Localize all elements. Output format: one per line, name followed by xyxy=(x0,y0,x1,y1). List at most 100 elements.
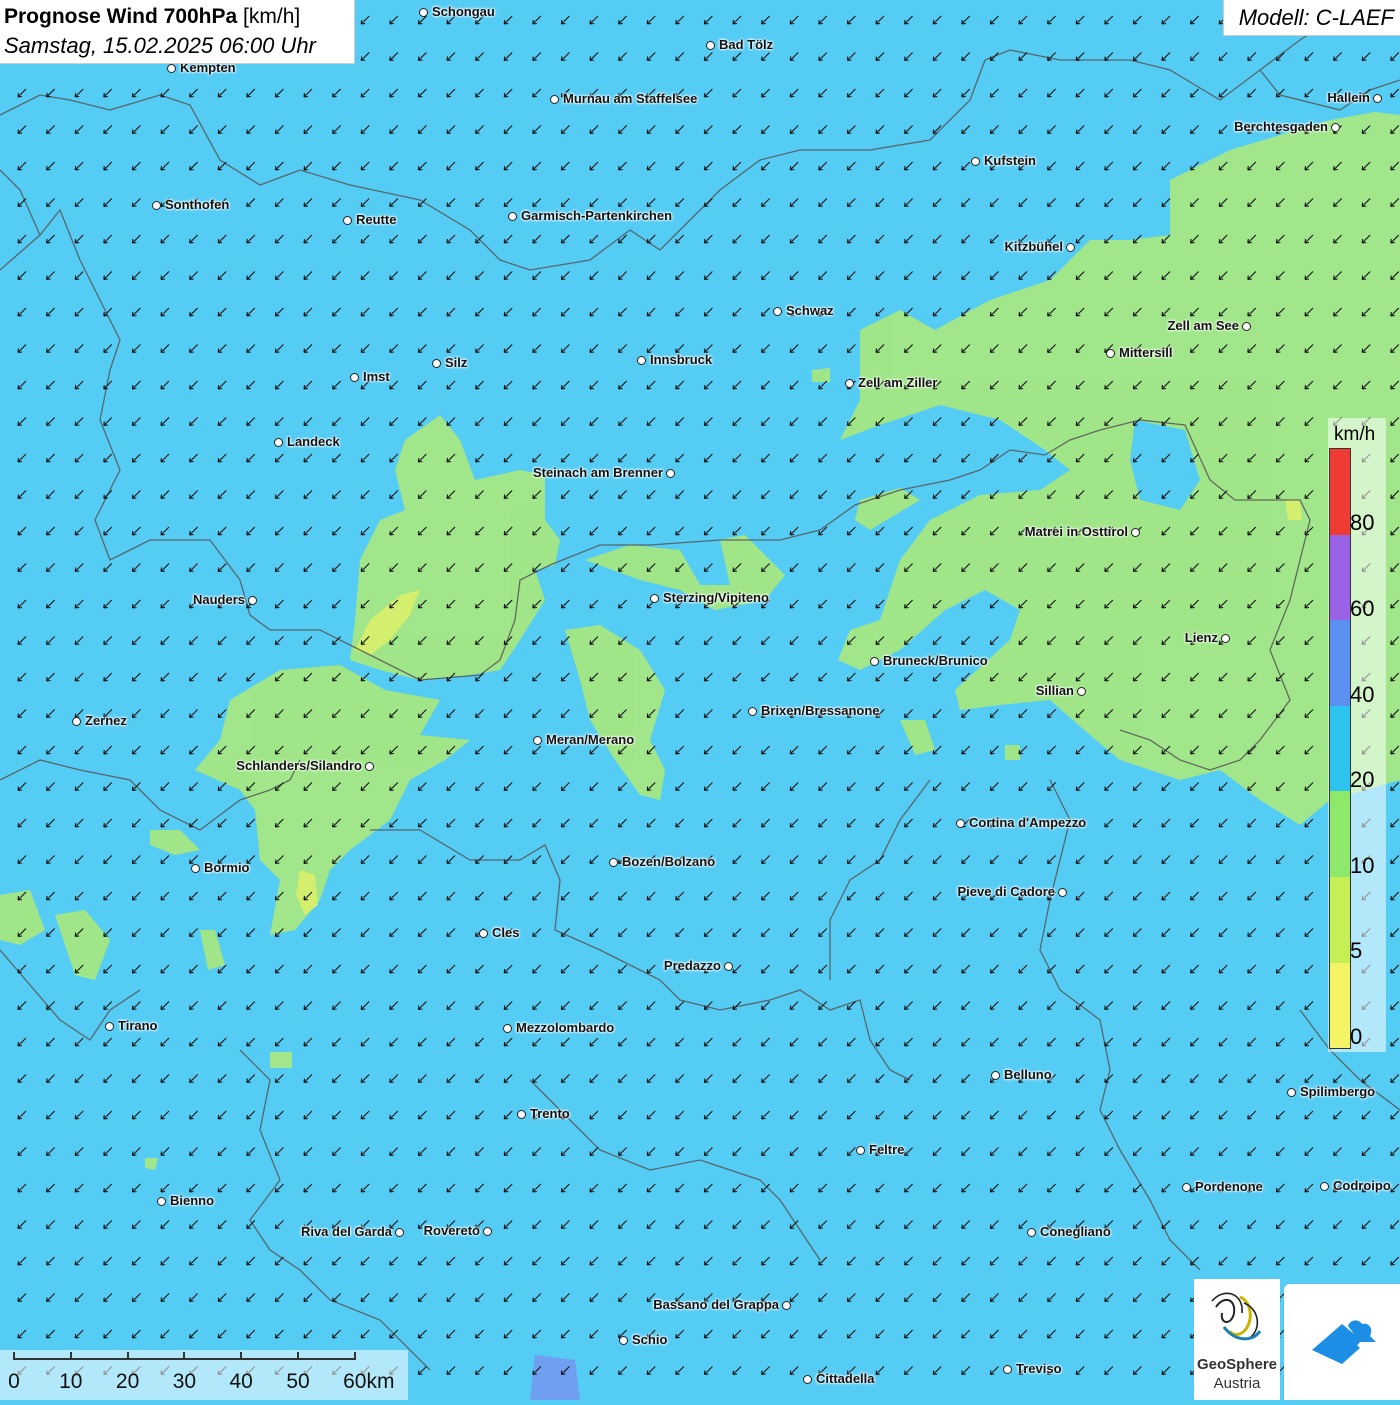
wind-zone-blue-1 xyxy=(530,1355,580,1400)
title-unit: [km/h] xyxy=(243,5,301,28)
city-label: Zell am See xyxy=(1167,318,1239,333)
legend-unit: km/h xyxy=(1334,424,1376,445)
city-label: Bienno xyxy=(170,1193,215,1208)
city-label: Sonthofen xyxy=(165,197,230,212)
city-marker xyxy=(1182,1183,1191,1192)
city-label: Zernez xyxy=(85,713,127,728)
city-label: Kitzbühel xyxy=(1004,239,1064,254)
city-label: Schlanders/Silandro xyxy=(236,758,362,773)
city-marker xyxy=(845,379,854,388)
city-label: Meran/Merano xyxy=(546,732,635,747)
city-label: Tirano xyxy=(118,1018,158,1033)
city-marker xyxy=(1131,528,1140,537)
city-label: Belluno xyxy=(1004,1067,1052,1082)
city-marker xyxy=(1287,1088,1296,1097)
city-marker xyxy=(503,1024,512,1033)
city-label: Bozen/Bolzano xyxy=(622,854,716,869)
legend-tick-label: 5 xyxy=(1350,938,1363,964)
city-label: Cortina d'Ampezzo xyxy=(969,815,1087,830)
weather-app-logo xyxy=(1284,1284,1400,1400)
geosphere-logo: GeoSphere Austria xyxy=(1194,1279,1280,1400)
city-label: Sillian xyxy=(1035,683,1074,698)
city-marker xyxy=(748,707,757,716)
map-title: Prognose Wind 700hPa [km/h] xyxy=(4,5,300,29)
legend-color-segment xyxy=(1330,962,1350,1049)
model-label: Modell: C-LAEF xyxy=(1238,5,1394,30)
city-label: Treviso xyxy=(1016,1361,1062,1376)
city-marker xyxy=(1077,687,1086,696)
city-label: Schio xyxy=(632,1332,668,1347)
city-marker xyxy=(1027,1228,1036,1237)
model-box: Modell: C-LAEF xyxy=(1223,0,1400,36)
city-label: Bormio xyxy=(204,860,250,875)
city-label: Garmisch-Partenkirchen xyxy=(521,208,673,223)
city-marker xyxy=(191,864,200,873)
city-label: Kufstein xyxy=(984,153,1036,168)
title-bold: Prognose Wind 700hPa xyxy=(4,5,238,28)
city-marker xyxy=(619,1336,628,1345)
city-marker xyxy=(395,1228,404,1237)
city-marker xyxy=(666,469,675,478)
city-label: Pieve di Cadore xyxy=(957,884,1055,899)
city-marker xyxy=(773,307,782,316)
city-marker xyxy=(517,1110,526,1119)
city-marker xyxy=(1058,888,1067,897)
wind-zone-small-4 xyxy=(270,1052,292,1068)
legend-tick-label: 80 xyxy=(1350,510,1375,536)
scale-bar-tick xyxy=(240,1352,243,1360)
city-label: Landeck xyxy=(287,434,340,449)
city-label: Matrei in Osttirol xyxy=(1024,524,1128,539)
app-cloud-arrow-icon xyxy=(1312,1320,1376,1364)
city-label: Trento xyxy=(530,1106,570,1121)
city-marker xyxy=(706,41,715,50)
legend-tick-label: 60 xyxy=(1350,596,1375,621)
city-label: Pordenone xyxy=(1195,1179,1263,1194)
city-label: Imst xyxy=(363,369,390,384)
geosphere-emblem-icon xyxy=(1211,1292,1262,1341)
city-marker xyxy=(1373,94,1382,103)
city-marker xyxy=(1320,1182,1329,1191)
wind-zone-yellow-3 xyxy=(1285,500,1302,520)
legend-tick-label: 20 xyxy=(1350,767,1375,793)
city-label: Spilimbergo xyxy=(1300,1084,1376,1099)
city-label: Zell am Ziller xyxy=(858,375,938,390)
city-marker xyxy=(483,1227,492,1236)
legend-color-segment xyxy=(1330,876,1350,963)
legend-color-segment xyxy=(1330,791,1350,877)
city-marker xyxy=(152,201,161,210)
legend-tick-label: 10 xyxy=(1350,852,1375,878)
scale-bar-label: 20 xyxy=(115,1370,140,1393)
city-label: Brixen/Bressanone xyxy=(761,703,880,718)
city-marker xyxy=(533,736,542,745)
city-label: Feltre xyxy=(869,1142,905,1157)
city-label: Sterzing/Vipiteno xyxy=(663,590,769,605)
city-marker xyxy=(803,1375,812,1384)
scale-bar-label: 50 xyxy=(286,1370,310,1393)
city-label: Silz xyxy=(445,355,468,370)
city-label: Bruneck/Brunico xyxy=(883,653,988,668)
scale-bar-tick xyxy=(183,1352,186,1360)
city-marker xyxy=(1003,1365,1012,1374)
city-label: Predazzo xyxy=(663,958,721,973)
scale-bar-label: 0 xyxy=(8,1370,20,1393)
city-label: Cittadella xyxy=(816,1371,875,1386)
legend-tick-label: 0 xyxy=(1350,1024,1363,1049)
city-marker xyxy=(971,157,980,166)
city-marker xyxy=(1242,322,1251,331)
city-marker xyxy=(479,929,488,938)
city-label: Bad Tölz xyxy=(719,37,774,52)
city-marker xyxy=(274,438,283,447)
city-marker xyxy=(856,1146,865,1155)
scale-bar-tick xyxy=(297,1352,299,1360)
city-marker xyxy=(870,657,879,666)
wind-zone-small-6 xyxy=(1005,745,1020,760)
city-marker xyxy=(248,596,257,605)
scale-bar-label: 30 xyxy=(172,1370,197,1393)
forecast-datetime: Samstag, 15.02.2025 06:00 Uhr xyxy=(4,33,316,58)
legend-color-segment xyxy=(1330,449,1350,535)
city-label: Mittersill xyxy=(1119,345,1173,360)
city-marker xyxy=(105,1022,114,1031)
city-label: Schongau xyxy=(432,4,495,19)
city-marker xyxy=(991,1071,1000,1080)
city-marker xyxy=(365,762,374,771)
